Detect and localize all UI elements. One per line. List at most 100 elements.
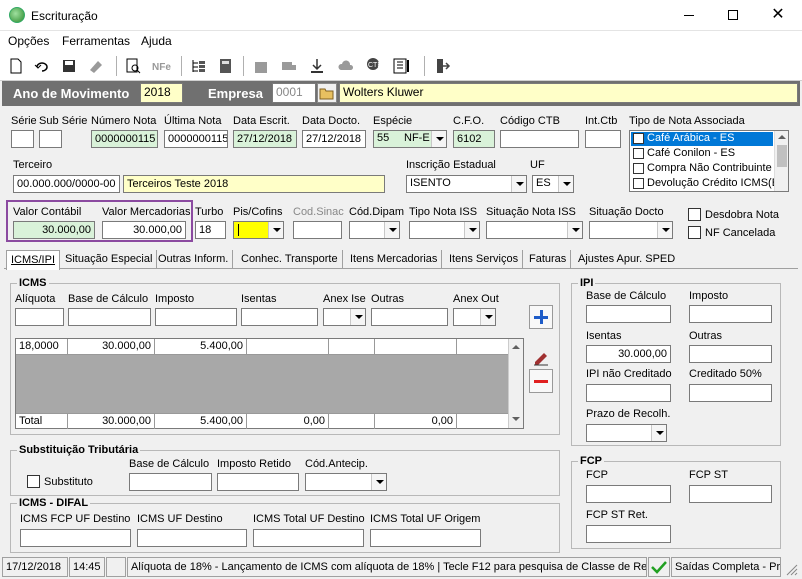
chevron-down-icon[interactable] (371, 474, 386, 490)
list-checkbox[interactable] (633, 133, 644, 144)
cod-dipam-dropdown[interactable] (349, 221, 400, 239)
chevron-down-icon[interactable] (384, 222, 399, 238)
situacao-docto-dropdown[interactable] (589, 221, 673, 239)
maximize-icon[interactable] (728, 10, 738, 20)
chevron-down-icon[interactable] (431, 131, 446, 147)
tab-faturas[interactable]: Faturas (525, 250, 572, 269)
chevron-down-icon[interactable] (657, 222, 672, 238)
outras-field[interactable] (371, 308, 448, 326)
uf-dropdown[interactable]: ES (532, 175, 574, 193)
chevron-down-icon[interactable] (567, 222, 582, 238)
valor-mercadorias-field[interactable]: 30.000,00 (102, 221, 186, 239)
ipi-nao-cred-field[interactable] (586, 384, 671, 402)
chevron-down-icon[interactable] (350, 309, 365, 325)
aliquota-field[interactable] (15, 308, 64, 326)
columns-icon[interactable] (392, 57, 414, 75)
st-antecip-dropdown[interactable] (305, 473, 387, 491)
st-base-field[interactable] (129, 473, 212, 491)
chevron-down-icon[interactable] (268, 222, 283, 238)
ipi-imposto-field[interactable] (689, 305, 772, 323)
list-checkbox[interactable] (633, 178, 644, 189)
anex-ise-dropdown[interactable] (323, 308, 366, 326)
fcp-field[interactable] (586, 485, 671, 503)
resize-grip-icon[interactable] (784, 562, 798, 576)
tab-outras-inform[interactable]: Outras Inform. (154, 250, 234, 269)
exit-icon[interactable] (433, 57, 451, 75)
difal-total-orig-field[interactable] (370, 529, 481, 547)
tipo-nota-iss-dropdown[interactable] (409, 221, 480, 239)
cod-sinac-field[interactable] (293, 221, 342, 239)
menu-ajuda[interactable]: Ajuda (141, 34, 172, 48)
st-retido-field[interactable] (217, 473, 299, 491)
especie-dropdown[interactable]: 55 NF-E (373, 130, 447, 148)
folder-search-icon[interactable] (317, 83, 337, 103)
add-icon[interactable] (529, 305, 553, 329)
int-ctb-field[interactable] (585, 130, 621, 148)
tab-situacao-especial[interactable]: Situação Especial (61, 250, 158, 269)
inscricao-dropdown[interactable]: ISENTO (406, 175, 527, 193)
chevron-down-icon[interactable] (480, 309, 495, 325)
desdobra-nota-checkbox[interactable] (688, 208, 701, 221)
terceiro-code-field[interactable]: 00.000.000/0000-00 (13, 175, 120, 193)
coin-icon[interactable]: CTB (364, 57, 382, 75)
menu-ferramentas[interactable]: Ferramentas (62, 34, 130, 48)
ipi-base-field[interactable] (586, 305, 671, 323)
empresa-code-field[interactable]: 0001 (272, 83, 316, 103)
valor-contabil-field[interactable]: 30.000,00 (13, 221, 95, 239)
ipi-isentas-field[interactable]: 30.000,00 (586, 345, 671, 363)
ipi-outras-field[interactable] (689, 345, 772, 363)
difal-total-dest-field[interactable] (253, 529, 364, 547)
menu-opcoes[interactable]: Opções (8, 34, 49, 48)
calculator-icon[interactable] (217, 57, 235, 75)
icms-grid[interactable]: 18,0000 30.000,00 5.400,00 Total 30.000,… (15, 338, 524, 429)
import-icon[interactable] (308, 57, 326, 75)
list-item[interactable]: Café Conilon - ES (647, 147, 735, 159)
chevron-down-icon[interactable] (464, 222, 479, 238)
list-item[interactable]: Café Arábica - ES (647, 132, 734, 144)
close-icon[interactable]: ✕ (768, 5, 788, 25)
truck-icon[interactable] (280, 57, 298, 75)
tab-icms-ipi[interactable]: ICMS/IPI (6, 250, 61, 270)
data-escrit-field[interactable]: 27/12/2018 (233, 130, 297, 148)
difal-uf-field[interactable] (137, 529, 247, 547)
edit-icon[interactable] (531, 347, 551, 367)
ano-field[interactable]: 2018 (140, 83, 183, 103)
tab-itens-mercadorias[interactable]: Itens Mercadorias (346, 250, 443, 269)
imposto-field[interactable] (155, 308, 237, 326)
ipi-prazo-dropdown[interactable] (586, 424, 667, 442)
remove-icon[interactable] (529, 369, 553, 393)
list-checkbox[interactable] (633, 148, 644, 159)
list-item[interactable]: Devolução Crédito ICMS(E (647, 177, 779, 189)
building-icon[interactable] (252, 57, 270, 75)
eraser-icon[interactable] (87, 57, 105, 75)
codigo-ctb-field[interactable] (500, 130, 579, 148)
fcp-st-field[interactable] (689, 485, 772, 503)
tipo-nota-listbox[interactable]: Café Arábica - ES Café Conilon - ES Comp… (629, 130, 789, 192)
serie-field[interactable] (11, 130, 34, 148)
listbox-scrollbar[interactable] (774, 131, 788, 191)
situacao-nota-iss-dropdown[interactable] (486, 221, 583, 239)
tab-itens-servicos[interactable]: Itens Serviços (445, 250, 524, 269)
anex-out-dropdown[interactable] (453, 308, 496, 326)
substituto-checkbox[interactable] (27, 475, 40, 488)
list-item[interactable]: Compra Não Contribuinte (647, 162, 772, 174)
undo-icon[interactable] (33, 57, 51, 75)
sub-serie-field[interactable] (39, 130, 62, 148)
save-icon[interactable] (60, 57, 78, 75)
list-checkbox[interactable] (633, 163, 644, 174)
new-document-icon[interactable] (7, 57, 25, 75)
data-docto-field[interactable]: 27/12/2018 (302, 130, 366, 148)
tab-ajustes-sped[interactable]: Ajustes Apur. SPED (574, 250, 679, 269)
minimize-icon[interactable] (684, 15, 694, 16)
ipi-cred50-field[interactable] (689, 384, 772, 402)
tree-icon[interactable] (190, 57, 208, 75)
tab-conhec-transporte[interactable]: Conhec. Transporte (237, 250, 343, 269)
chevron-down-icon[interactable] (558, 176, 573, 192)
cfo-field[interactable]: 6102 (453, 130, 495, 148)
chevron-down-icon[interactable] (511, 176, 526, 192)
nf-cancelada-checkbox[interactable] (688, 226, 701, 239)
base-calculo-field[interactable] (68, 308, 151, 326)
grid-scrollbar[interactable] (508, 339, 523, 428)
numero-nota-field[interactable]: 0000000115 (91, 130, 158, 148)
table-row[interactable]: 18,0000 30.000,00 5.400,00 (16, 339, 508, 355)
